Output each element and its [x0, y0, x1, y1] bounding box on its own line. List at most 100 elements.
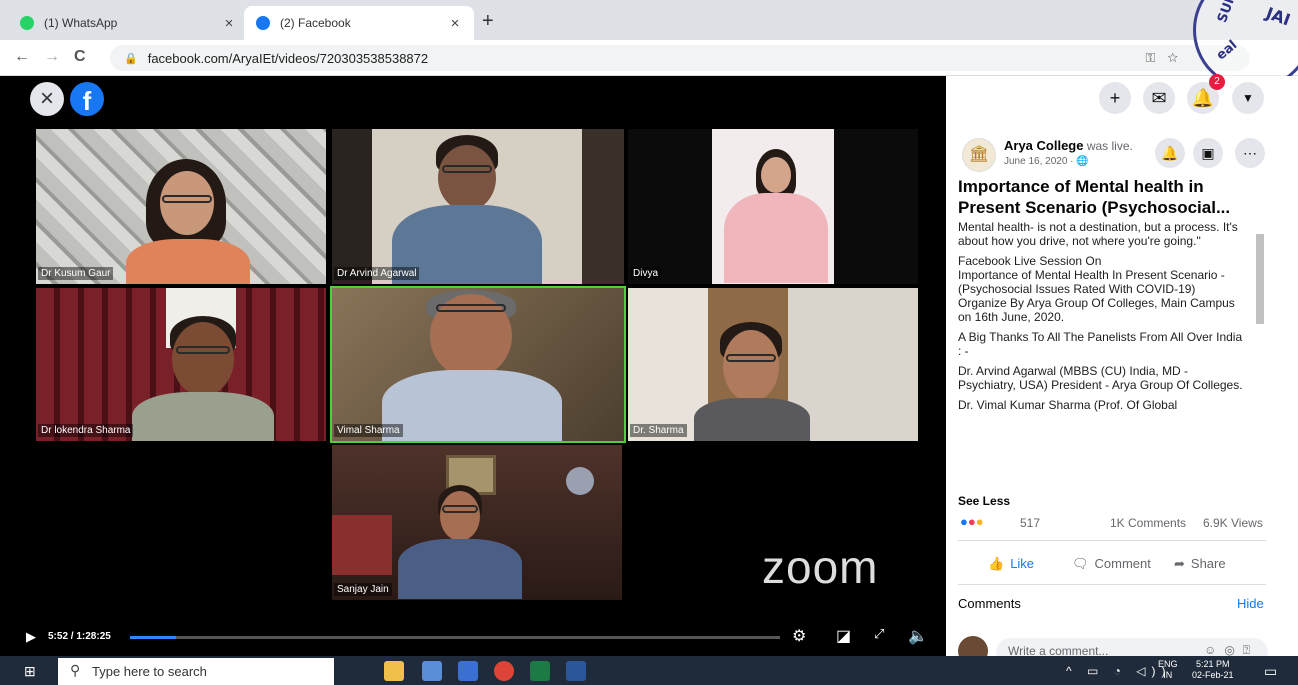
back-button[interactable]: ←: [14, 48, 30, 66]
chrome-icon[interactable]: [494, 661, 514, 681]
description-paragraph: Dr. Vimal Kumar Sharma (Prof. Of Global: [958, 398, 1178, 412]
notification-center-icon[interactable]: ▭: [1264, 663, 1277, 680]
forward-button[interactable]: →: [44, 48, 60, 66]
participant-tile: Dr. Sharma: [628, 288, 918, 441]
video-progress-bar[interactable]: [130, 636, 780, 639]
picture-in-picture-icon[interactable]: ◪: [836, 626, 851, 646]
tab-whatsapp[interactable]: (1) WhatsApp ×: [8, 6, 248, 40]
system-tray-icons[interactable]: ^ ▭ ◔ ◁)): [1066, 664, 1171, 678]
like-button[interactable]: 👍 Like: [988, 556, 1034, 572]
live-status: was live.: [1083, 139, 1133, 153]
divider: [958, 540, 1266, 541]
share-icon: ➦: [1174, 556, 1185, 571]
excel-icon[interactable]: [530, 661, 550, 681]
share-label: Share: [1190, 556, 1226, 571]
description-paragraph: Dr. Arvind Agarwal (MBBS (CU) India, MD …: [958, 364, 1243, 392]
sofa: [332, 515, 392, 575]
notification-badge: 2: [1209, 74, 1225, 90]
reaction-icons[interactable]: ●●●: [960, 514, 984, 529]
stamp-text-left: eal: [1213, 37, 1241, 64]
url-text: facebook.com/AryaIEt/videos/720303538538…: [147, 50, 429, 66]
clock-date: 02-Feb-21: [1192, 670, 1234, 680]
description-paragraph: A Big Thanks To All The Panelists From A…: [958, 330, 1243, 358]
search-placeholder: Type here to search: [92, 664, 207, 679]
lock-icon: 🔒: [124, 52, 138, 65]
thumbs-up-icon: 👍: [988, 556, 1005, 571]
tab-close-button[interactable]: ×: [446, 15, 464, 32]
progress-fill: [130, 636, 176, 639]
comment-label: Comment: [1094, 556, 1151, 571]
comments-header: Comments: [958, 596, 1021, 611]
taskbar-clock[interactable]: 5:21 PM 02-Feb-21: [1192, 659, 1234, 681]
zoom-watermark: zoom: [762, 541, 879, 593]
see-less-link[interactable]: See Less: [958, 494, 1010, 508]
participant-name: Dr lokendra Sharma: [38, 424, 134, 437]
room-edge: [332, 129, 372, 284]
calculator-icon[interactable]: [422, 661, 442, 681]
windows-start-icon[interactable]: ⊞: [24, 663, 36, 680]
play-button[interactable]: ▶: [26, 629, 36, 645]
wall-clock: [566, 467, 594, 495]
tab-close-button[interactable]: ×: [220, 15, 238, 32]
participant-tile: Divya: [628, 129, 918, 284]
page-name-link[interactable]: Arya College: [1004, 138, 1083, 153]
room-edge: [582, 129, 624, 284]
participant-tile: Dr lokendra Sharma: [36, 288, 326, 441]
messenger-icon[interactable]: ✉: [1143, 82, 1175, 114]
video-timestamp: 5:52 / 1:28:25: [48, 631, 111, 642]
comment-button[interactable]: 🗨 Comment: [1072, 556, 1151, 572]
participant-name: Dr Kusum Gaur: [38, 267, 114, 280]
participant-name: Divya: [630, 267, 662, 280]
browser-tab-bar: (1) WhatsApp × (2) Facebook × +: [0, 0, 1298, 40]
view-count: 6.9K Views: [1203, 516, 1263, 530]
save-icon[interactable]: ▣: [1193, 138, 1223, 168]
page-avatar[interactable]: 🏛: [962, 138, 996, 172]
fullscreen-icon[interactable]: ⤢: [874, 626, 884, 642]
close-video-button[interactable]: ×: [30, 82, 64, 116]
more-options-icon[interactable]: ⋯: [1235, 138, 1265, 168]
app-icon[interactable]: [458, 661, 478, 681]
tab-label: (2) Facebook: [280, 16, 351, 30]
stamp-text-top: JAI: [1263, 3, 1293, 30]
url-field[interactable]: 🔒 facebook.com/AryaIEt/videos/7203035385…: [110, 45, 1250, 71]
stamp-text-mid: SUI: [1215, 0, 1238, 25]
participant-tile: Dr Kusum Gaur: [36, 129, 326, 284]
description-paragraph: Mental health- is not a destination, but…: [958, 220, 1238, 248]
comment-icon: 🗨: [1072, 556, 1089, 571]
post-title: Importance of Mental health in Present S…: [958, 177, 1231, 217]
post-description: Mental health- is not a destination, but…: [958, 220, 1248, 492]
reaction-count[interactable]: 517: [1020, 516, 1040, 530]
new-tab-button[interactable]: +: [482, 10, 494, 33]
comment-count[interactable]: 1K Comments: [1110, 516, 1186, 530]
whatsapp-icon: [20, 16, 34, 30]
participant-tile-active: Vimal Sharma: [330, 286, 626, 443]
hide-comments-link[interactable]: Hide: [1237, 596, 1264, 611]
file-explorer-icon[interactable]: [384, 661, 404, 681]
reload-button[interactable]: C: [74, 48, 86, 66]
participant-name: Dr. Sharma: [630, 424, 687, 437]
clock-time: 5:21 PM: [1196, 659, 1230, 669]
facebook-logo-icon[interactable]: f: [70, 82, 104, 116]
post-author: Arya College was live.: [1004, 138, 1133, 153]
key-star-icons: ⚿☆: [1145, 50, 1190, 65]
language-code: ENG: [1158, 659, 1178, 669]
taskbar-search-input[interactable]: ⚲ Type here to search: [58, 658, 334, 685]
share-button[interactable]: ➦ Share: [1174, 556, 1226, 572]
settings-gear-icon[interactable]: ⚙: [792, 626, 806, 646]
address-bar: ← → C 🔒 facebook.com/AryaIEt/videos/7203…: [0, 40, 1298, 76]
input-language[interactable]: ENG IN: [1158, 659, 1178, 681]
word-icon[interactable]: [566, 661, 586, 681]
tab-facebook[interactable]: (2) Facebook ×: [244, 6, 474, 40]
create-button[interactable]: +: [1099, 82, 1131, 114]
participant-name: Sanjay Jain: [334, 583, 392, 596]
caret-down-icon[interactable]: ▼: [1232, 82, 1264, 114]
facebook-icon: [256, 16, 270, 30]
description-paragraph: Facebook Live Session On Importance of M…: [958, 254, 1235, 324]
bell-icon[interactable]: 🔔: [1155, 138, 1185, 168]
volume-icon[interactable]: 🔈: [908, 626, 928, 646]
description-scrollbar[interactable]: [1256, 234, 1264, 324]
participant-name: Dr Arvind Agarwal: [334, 267, 420, 280]
post-date[interactable]: June 16, 2020 · 🌐: [1004, 156, 1089, 167]
participant-tile: Dr Arvind Agarwal: [332, 129, 624, 284]
like-label: Like: [1010, 556, 1035, 571]
